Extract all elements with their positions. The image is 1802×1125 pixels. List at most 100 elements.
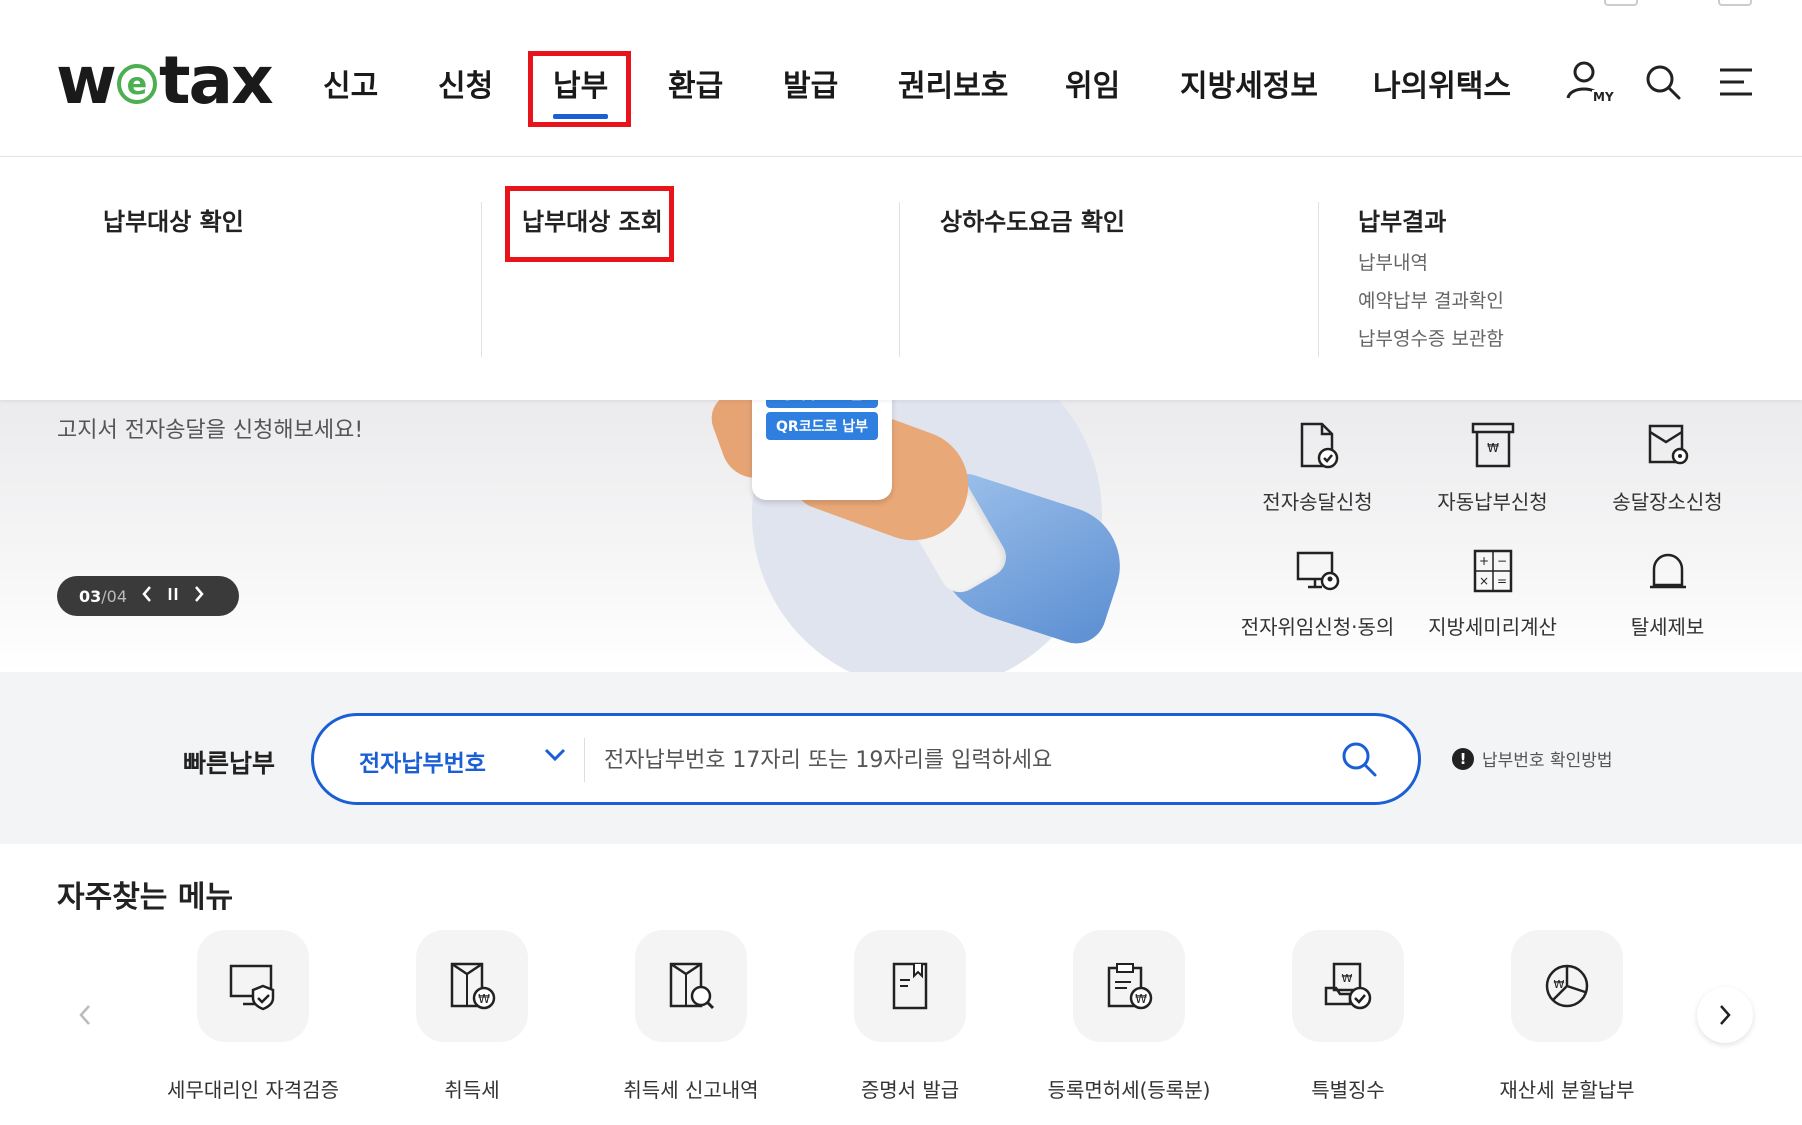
banner-quick-links: 전자송달신청 ₩ 자동납부신청 송달장소신청 전자위임신청·동의 + − × = 지방…: [1230, 420, 1750, 660]
nav-my-wetax[interactable]: 나의위택스: [1373, 61, 1511, 105]
frequent-menu-title: 자주찾는 메뉴: [57, 880, 234, 915]
svg-text:₩: ₩: [1487, 441, 1499, 455]
dd-link-payment-history[interactable]: 납부내역: [1358, 251, 1504, 275]
calculator-icon: + − × =: [1405, 545, 1580, 601]
quick-link-tax-precalc[interactable]: + − × = 지방세미리계산: [1405, 545, 1580, 640]
certificate-icon: [854, 930, 966, 1042]
freq-item-acquisition-tax[interactable]: ₩ 취득세: [362, 930, 582, 1103]
top-utility-button[interactable]: [1604, 0, 1638, 6]
svg-text:₩: ₩: [1342, 972, 1353, 985]
svg-text:₩: ₩: [1554, 978, 1565, 991]
quick-link-tax-evasion-report[interactable]: 탈세제보: [1580, 545, 1755, 640]
banner-illustration-phone: 상하수도 요금 QR코드로 납부: [752, 400, 892, 500]
payment-number-input[interactable]: [604, 738, 1304, 782]
carousel-next-button[interactable]: [1697, 987, 1753, 1043]
chevron-down-icon[interactable]: [544, 747, 566, 766]
document-check-icon: [1230, 420, 1405, 476]
dd-link-water-bill-check[interactable]: 상하수도요금 확인: [940, 202, 1125, 237]
dd-divider: [1318, 202, 1319, 357]
freq-item-special-collection[interactable]: ₩ 특별징수: [1238, 930, 1458, 1103]
dd-link-payment-target-check[interactable]: 납부대상 확인: [103, 202, 244, 237]
quick-link-e-delegation[interactable]: 전자위임신청·동의: [1230, 545, 1405, 640]
monitor-shield-icon: [197, 930, 309, 1042]
nav-refund[interactable]: 환급: [668, 61, 723, 105]
alarm-bell-icon: [1580, 545, 1755, 601]
search-divider: [584, 738, 585, 782]
frequent-menu-carousel: 세무대리인 자격검증 ₩ 취득세 취득세 신고내역 증명서 발급 ₩ 등록면허세…: [0, 930, 1802, 1125]
dd-link-scheduled-payment-result[interactable]: 예약납부 결과확인: [1358, 289, 1504, 313]
payment-mega-menu: 납부대상 확인 납부대상 조회 상하수도요금 확인 납부결과 납부내역 예약납부…: [0, 157, 1802, 400]
dd-link-receipt-storage[interactable]: 납부영수증 보관함: [1358, 327, 1504, 351]
quick-link-label: 전자송달신청: [1262, 490, 1373, 514]
carousel-prev-button[interactable]: [57, 987, 113, 1043]
nav-delegation[interactable]: 위임: [1065, 61, 1120, 105]
header: w e tax 신고 신청 납부 환급 발급 권리보호 위임 지방세정보 나의위택스…: [0, 0, 1802, 157]
info-icon: !: [1452, 747, 1474, 770]
nav-rights[interactable]: 권리보호: [898, 61, 1008, 105]
building-search-icon: [635, 930, 747, 1042]
quick-link-delivery-address[interactable]: 송달장소신청: [1580, 420, 1755, 515]
svg-text:₩: ₩: [1135, 992, 1147, 1006]
freq-item-tax-agent-verify[interactable]: 세무대리인 자격검증: [143, 930, 363, 1103]
freq-item-label: 특별징수: [1311, 1078, 1385, 1102]
svg-text:×: ×: [1478, 574, 1488, 588]
search-icon[interactable]: [1644, 63, 1682, 101]
nav-tax-info[interactable]: 지방세정보: [1180, 61, 1318, 105]
banner-text[interactable]: 고지서 전자송달을 신청해보세요!: [57, 412, 363, 444]
search-icon[interactable]: [1340, 740, 1378, 782]
logo-text: w: [56, 41, 117, 119]
user-my-icon[interactable]: MY: [1564, 58, 1615, 106]
nav-issue[interactable]: 발급: [783, 61, 838, 105]
nav-apply[interactable]: 신청: [438, 61, 493, 105]
quick-link-label: 자동납부신청: [1437, 490, 1548, 514]
wetax-logo[interactable]: w e tax: [56, 42, 274, 119]
quick-link-auto-pay[interactable]: ₩ 자동납부신청: [1405, 420, 1580, 515]
quick-link-label: 전자위임신청·동의: [1240, 615, 1395, 639]
nav-report[interactable]: 신고: [323, 61, 378, 105]
quick-pay-section: 빠른납부 전자납부번호 ! 납부번호 확인방법: [0, 672, 1802, 844]
dd-divider: [899, 202, 900, 357]
main-banner: 고지서 전자송달을 신청해보세요! 상하수도 요금 QR코드로 납부 03/04…: [0, 400, 1802, 672]
top-utility-button[interactable]: [1718, 0, 1752, 6]
building-won-icon: ₩: [416, 930, 528, 1042]
freq-item-label: 증명서 발급: [860, 1078, 960, 1102]
dd-col-water-bill-check: 상하수도요금 확인: [940, 202, 1125, 357]
freq-item-label: 재산세 분할납부: [1499, 1078, 1635, 1102]
freq-item-registration-license-tax[interactable]: ₩ 등록면허세(등록분): [1019, 930, 1239, 1103]
pause-icon[interactable]: [167, 586, 179, 606]
tray-check-icon: ₩: [1292, 930, 1404, 1042]
svg-text:−: −: [1496, 554, 1506, 568]
header-utility-icons: MY: [1564, 58, 1754, 106]
dd-link-payment-target-lookup[interactable]: 납부대상 조회: [522, 202, 663, 237]
quick-pay-label: 빠른납부: [183, 749, 276, 778]
nav-payment[interactable]: 납부: [553, 61, 609, 119]
pager-count: 03/04: [79, 586, 128, 606]
pie-chart-won-icon: ₩: [1511, 930, 1623, 1042]
dd-link-payment-result[interactable]: 납부결과: [1358, 202, 1504, 237]
dd-divider: [481, 202, 482, 357]
svg-text:=: =: [1496, 574, 1506, 588]
chevron-right-icon: [1720, 1005, 1731, 1025]
freq-item-property-tax-installment[interactable]: ₩ 재산세 분할납부: [1457, 930, 1677, 1103]
payment-number-type-select[interactable]: 전자납부번호: [359, 744, 486, 778]
freq-item-certificate-issue[interactable]: 증명서 발급: [800, 930, 1020, 1103]
phone-qr-pay-label: QR코드로 납부: [766, 412, 878, 440]
freq-item-label: 취득세: [444, 1078, 500, 1102]
payment-number-help-link[interactable]: ! 납부번호 확인방법: [1452, 746, 1613, 771]
clipboard-won-icon: ₩: [1073, 930, 1185, 1042]
logo-text: tax: [158, 41, 274, 119]
phone-water-bill-label: 상하수도 요금: [766, 400, 878, 408]
freq-item-acquisition-tax-history[interactable]: 취득세 신고내역: [581, 930, 801, 1103]
mail-location-icon: [1580, 420, 1755, 476]
quick-link-label: 지방세미리계산: [1428, 615, 1557, 639]
quick-link-e-delivery[interactable]: 전자송달신청: [1230, 420, 1405, 515]
quick-link-label: 탈세제보: [1630, 615, 1705, 639]
chevron-right-icon[interactable]: [193, 585, 205, 607]
monitor-user-icon: [1230, 545, 1405, 601]
hamburger-menu-icon[interactable]: [1718, 66, 1754, 98]
dd-col-payment-target-check: 납부대상 확인: [103, 202, 244, 357]
chevron-left-icon[interactable]: [141, 585, 153, 607]
svg-text:+: +: [1478, 554, 1488, 568]
quick-link-label: 송달장소신청: [1612, 490, 1723, 514]
freq-item-label: 취득세 신고내역: [623, 1078, 759, 1102]
